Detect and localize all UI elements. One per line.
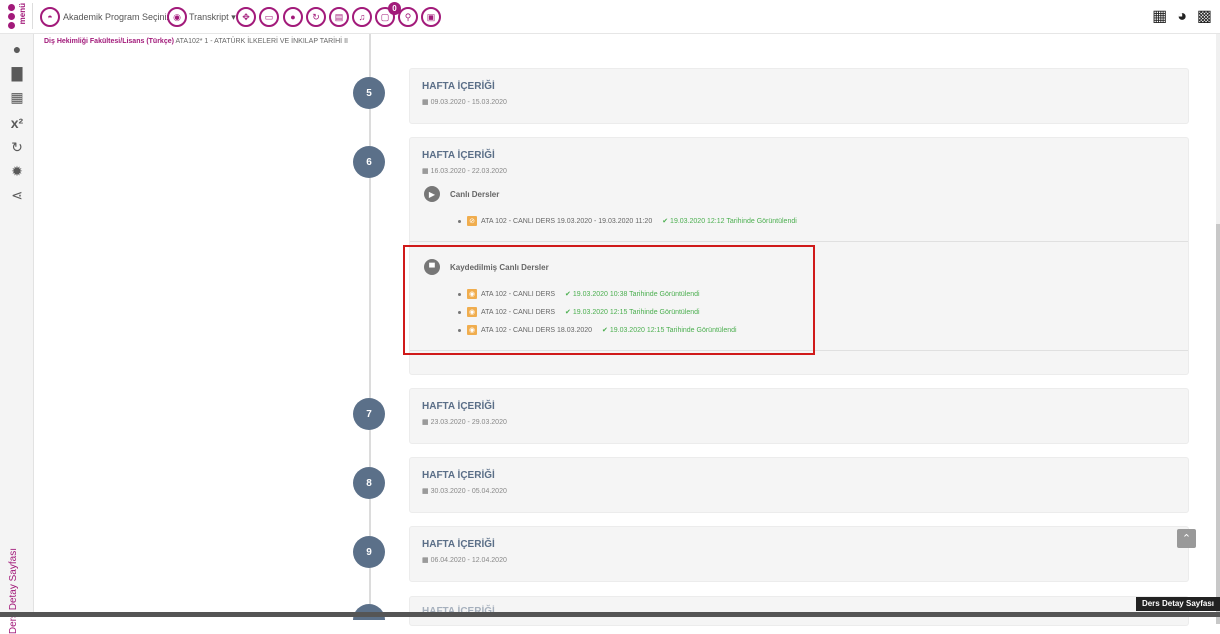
divider — [410, 241, 1188, 242]
week-title: HAFTA İÇERİĞİ — [422, 539, 495, 550]
pin-icon[interactable]: ⚲ — [398, 7, 418, 27]
eye-icon[interactable]: ◉ — [167, 7, 187, 27]
taskbar-strip — [0, 612, 1220, 617]
refresh-icon[interactable]: ↻ — [306, 7, 326, 27]
book-icon[interactable]: ▇ — [8, 64, 26, 82]
topbar-divider — [32, 3, 33, 29]
week-title: HAFTA İÇERİĞİ — [422, 401, 495, 412]
breadcrumb: Diş Hekimliği Fakültesi/Lisans (Türkçe) … — [44, 38, 348, 45]
week-card: HAFTA İÇERİĞİ 09.03.2020 - 15.03.2020 — [409, 68, 1189, 124]
week-date: 30.03.2020 - 05.04.2020 — [422, 487, 507, 495]
week-title: HAFTA İÇERİĞİ — [422, 150, 495, 161]
week-card: HAFTA İÇERİĞİ 23.03.2020 - 29.03.2020 — [409, 388, 1189, 444]
share-icon[interactable]: ⋖ — [8, 186, 26, 204]
week-card: HAFTA İÇERİĞİ — [409, 596, 1189, 626]
graduation-cap-icon[interactable]: ◓ — [40, 7, 60, 27]
week-date: 09.03.2020 - 15.03.2020 — [422, 98, 507, 106]
user-icon[interactable]: ● — [8, 40, 26, 58]
live-lessons-title: Canlı Dersler — [450, 189, 500, 199]
week-title: HAFTA İÇERİĞİ — [422, 470, 495, 481]
scrollbar-thumb[interactable] — [1216, 224, 1220, 624]
link-icon: ⊘ — [467, 216, 477, 226]
lesson-name: ATA 102 - CANLI DERS 19.03.2020 - 19.03.… — [481, 217, 653, 225]
week-date: 06.04.2020 - 12.04.2020 — [422, 556, 507, 564]
card-icon[interactable]: ▭ — [259, 7, 279, 27]
apps-grid-icon[interactable]: ▩ — [1197, 7, 1212, 27]
page-scrollbar[interactable] — [1216, 34, 1220, 624]
bell-icon[interactable]: ♫ — [352, 7, 372, 27]
left-sidebar: ● ▇ ▦ x² ↻ ✹ ⋖ Ders Detay Sayfası — [0, 34, 34, 634]
scroll-to-top-button[interactable]: ⌃ — [1177, 529, 1196, 548]
list-item[interactable]: ⊘ ATA 102 - CANLI DERS 19.03.2020 - 19.0… — [458, 216, 797, 226]
gear-icon[interactable]: ✹ — [8, 162, 26, 180]
topbar-right-icons: ▦ ◕ ▩ — [1152, 7, 1212, 27]
live-lessons-header: ▶ Canlı Dersler — [424, 186, 499, 202]
timeline-line — [369, 34, 371, 617]
week-number: 6 — [353, 146, 385, 178]
week-date: 16.03.2020 - 22.03.2020 — [422, 167, 507, 175]
highlight-box — [403, 245, 815, 355]
calendar-grid-icon[interactable]: ▦ — [1152, 7, 1167, 27]
globe-icon[interactable]: ◕ — [1177, 7, 1187, 27]
file-icon[interactable]: ▣ — [421, 7, 441, 27]
refresh-icon[interactable]: ↻ — [8, 138, 26, 156]
menu-dots-icon — [8, 4, 16, 31]
bullet — [458, 219, 461, 223]
video-icon: ▶ — [424, 186, 440, 202]
page-label-badge: Ders Detay Sayfası — [1135, 597, 1220, 611]
superscript-icon[interactable]: x² — [8, 114, 26, 132]
viewed-status: 19.03.2020 12:12 Tarihinde Görüntülendi — [662, 217, 797, 225]
week-card: HAFTA İÇERİĞİ 06.04.2020 - 12.04.2020 — [409, 526, 1189, 582]
breadcrumb-faculty[interactable]: Diş Hekimliği Fakültesi/Lisans (Türkçe) — [44, 38, 174, 45]
week-number: 9 — [353, 536, 385, 568]
breadcrumb-course: ATA102* 1 - ATATÜRK İLKELERİ VE İNKILAP … — [173, 38, 348, 45]
week-number: 8 — [353, 467, 385, 499]
compass-icon[interactable]: ✥ — [236, 7, 256, 27]
week-title: HAFTA İÇERİĞİ — [422, 81, 495, 92]
program-select[interactable]: Akademik Program Seçiniz ▾ — [63, 12, 178, 23]
menu-label: menü — [18, 3, 27, 25]
week-date: 23.03.2020 - 29.03.2020 — [422, 418, 507, 426]
sidebar-page-label: Ders Detay Sayfası — [8, 547, 19, 634]
week-number: 7 — [353, 398, 385, 430]
transcript-menu[interactable]: Transkript ▾ — [189, 12, 236, 23]
user-icon[interactable]: ● — [283, 7, 303, 27]
week-card: HAFTA İÇERİĞİ 30.03.2020 - 05.04.2020 — [409, 457, 1189, 513]
document-icon[interactable]: ▤ — [329, 7, 349, 27]
calendar-icon[interactable]: ▦ — [8, 88, 26, 106]
top-bar: menü ◓ Akademik Program Seçiniz ▾ ◉ Tran… — [0, 0, 1220, 34]
menu-button[interactable]: menü — [5, 2, 31, 30]
week-number: 5 — [353, 77, 385, 109]
